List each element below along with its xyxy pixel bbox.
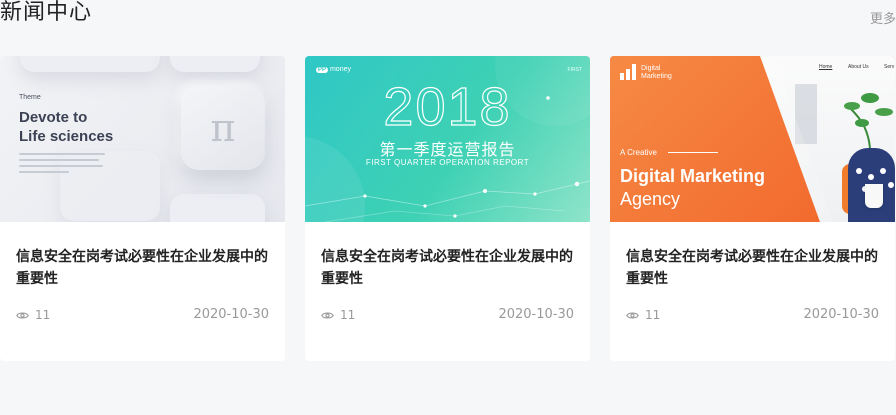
publish-date: 2020-10-30 <box>193 307 269 322</box>
view-count-value: 11 <box>35 308 51 322</box>
view-count-value: 11 <box>340 308 356 322</box>
news-title[interactable]: 信息安全在岗考试必要性在企业发展中的重要性 <box>321 246 579 290</box>
news-card[interactable]: PP money FIRST 2018 第一季度运营报告 FIRST QUART… <box>305 56 590 361</box>
plant-icon <box>844 93 893 148</box>
thumb-logo-badge: PP <box>316 67 329 73</box>
thumb-body-line <box>19 171 69 173</box>
more-link[interactable]: 更多 <box>870 12 896 28</box>
thumb-logo-text: money <box>329 66 351 73</box>
view-count: 11 <box>16 308 50 322</box>
thumb-eyebrow: Theme <box>19 94 41 101</box>
cup-icon <box>865 184 883 208</box>
news-card[interactable]: Digital Marketing Home About Us Serv A C… <box>610 56 895 361</box>
news-title[interactable]: 信息安全在岗考试必要性在企业发展中的重要性 <box>626 246 884 290</box>
view-count-value: 11 <box>645 308 661 322</box>
news-thumbnail[interactable]: Digital Marketing Home About Us Serv A C… <box>610 56 895 222</box>
news-thumbnail[interactable]: PP money FIRST 2018 第一季度运营报告 FIRST QUART… <box>305 56 590 222</box>
thumb-body-line <box>19 159 99 161</box>
thumb-logo: PP money <box>316 66 351 73</box>
thumb-nav-home: Home <box>819 64 833 70</box>
thumb-headline-line2: Life sciences <box>19 128 114 145</box>
pi-tile: π <box>181 86 265 170</box>
eye-icon <box>626 311 639 319</box>
logo-bars-icon <box>620 64 636 80</box>
view-count: 11 <box>321 308 355 322</box>
thumb-corner-text: FIRST <box>567 67 582 73</box>
news-title[interactable]: 信息安全在岗考试必要性在企业发展中的重要性 <box>16 246 274 290</box>
eye-icon <box>16 311 29 319</box>
thumb-logo-text: Digital Marketing <box>641 65 672 81</box>
thumb-headline-line1: Devote to <box>19 109 88 126</box>
publish-date: 2020-10-30 <box>498 307 574 322</box>
section-title: 新闻中心 <box>0 0 93 25</box>
publish-date: 2020-10-30 <box>803 307 879 322</box>
thumb-nav-services: Serv <box>884 64 895 70</box>
thumb-year: 2018 <box>383 77 512 137</box>
decor-tile <box>170 56 260 72</box>
view-count: 11 <box>626 308 660 322</box>
thumb-logo-line2: Marketing <box>641 73 672 80</box>
thumb-headline-line2: Agency <box>620 189 681 209</box>
thumb-headline: Devote to Life sciences <box>19 108 113 146</box>
decor-tile <box>60 151 160 221</box>
thumb-headline-line1: Digital Marketing <box>620 166 766 186</box>
news-thumbnail[interactable]: π Theme Devote to Life sciences <box>0 56 285 222</box>
thumb-kicker: A Creative <box>620 148 657 157</box>
thumb-body-line <box>19 153 105 155</box>
news-card[interactable]: π Theme Devote to Life sciences 信息安全在岗考试… <box>0 56 285 361</box>
eye-icon <box>321 311 334 319</box>
decor-tile <box>20 56 160 72</box>
thumb-logo-line1: Digital <box>641 65 661 72</box>
thumb-kicker-line <box>668 152 718 153</box>
thumb-subtitle-zh: 第一季度运营报告 <box>379 140 516 159</box>
thumb-subtitle-en: FIRST QUARTER OPERATION REPORT <box>365 158 530 167</box>
decor-tile <box>170 194 265 222</box>
thumb-body-line <box>19 165 103 167</box>
thumb-nav-about: About Us <box>848 64 869 70</box>
